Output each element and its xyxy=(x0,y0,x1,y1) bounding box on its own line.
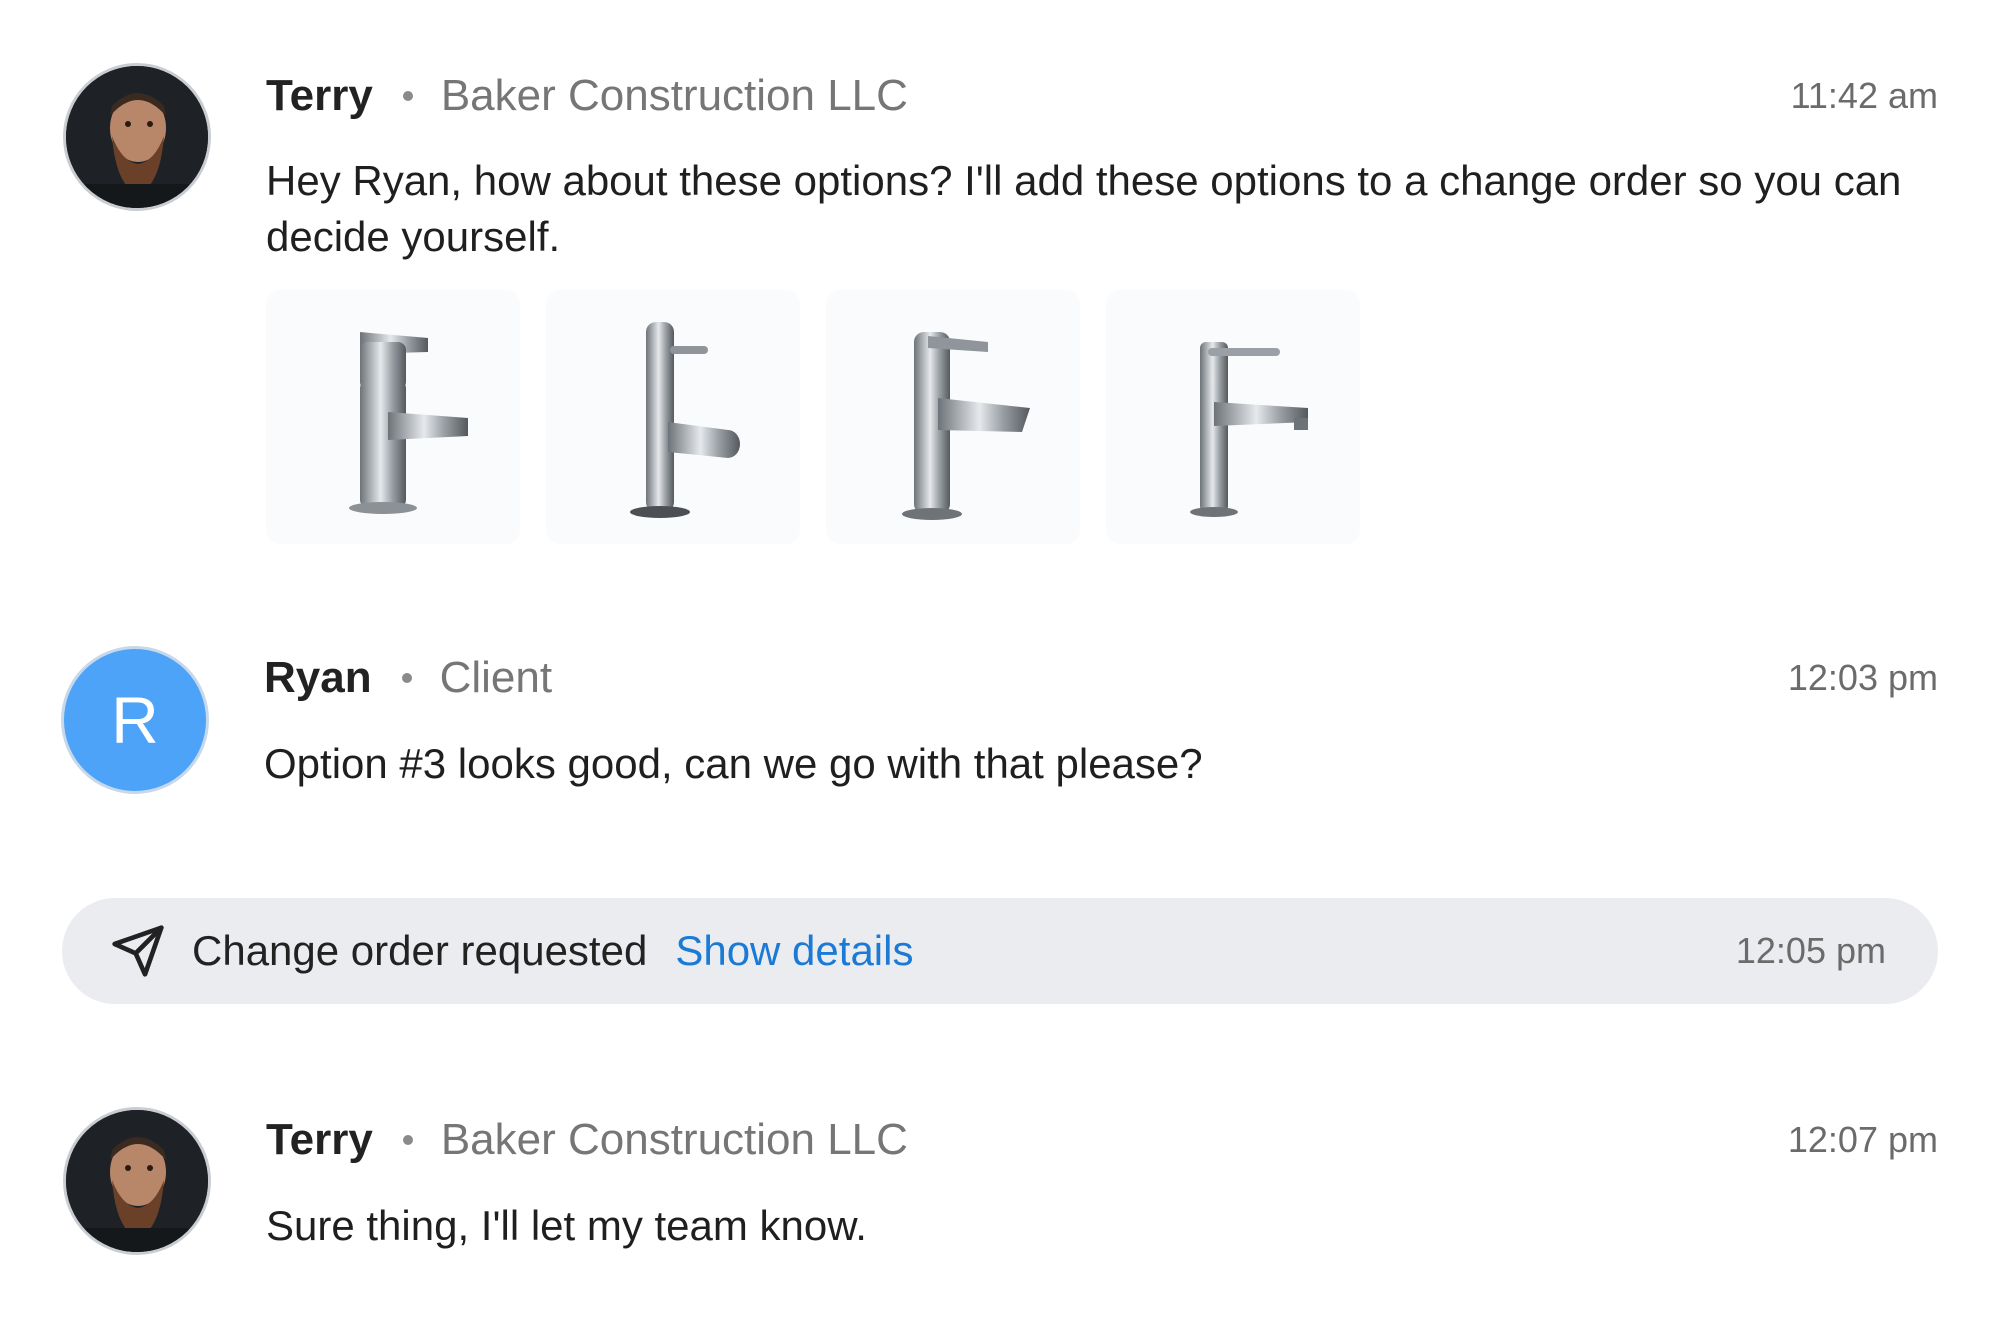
avatar-photo xyxy=(66,1110,208,1252)
sender-name[interactable]: Terry xyxy=(266,1115,373,1165)
avatar-initial: R xyxy=(111,683,159,757)
sender-organization: Client xyxy=(439,653,553,702)
attachment-gallery xyxy=(266,290,1360,544)
separator-dot xyxy=(401,673,412,683)
separator-dot xyxy=(402,1135,413,1145)
message-timestamp: 12:07 pm xyxy=(1787,1119,1938,1160)
message-header: Ryan Client 12:03 pm xyxy=(264,648,1938,708)
sender-name[interactable]: Terry xyxy=(266,71,373,121)
faucet-option-3-image[interactable] xyxy=(826,290,1080,544)
message-text: Option #3 looks good, can we go with tha… xyxy=(264,740,1203,787)
message-text: Hey Ryan, how about these options? I'll … xyxy=(266,157,1902,260)
sender-name[interactable]: Ryan xyxy=(264,653,372,703)
message-header: Terry Baker Construction LLC 12:07 pm xyxy=(266,1110,1938,1170)
avatar-ryan[interactable]: R xyxy=(61,646,209,794)
change-order-event: Change order requested Show details 12:0… xyxy=(62,898,1938,1004)
message-header: Terry Baker Construction LLC 11:42 am xyxy=(266,66,1938,126)
message-timestamp: 11:42 am xyxy=(1790,75,1938,116)
faucet-option-1-image[interactable] xyxy=(266,290,520,544)
avatar-terry[interactable] xyxy=(63,1107,211,1255)
message-text: Sure thing, I'll let my team know. xyxy=(266,1202,867,1249)
sender-organization: Baker Construction LLC xyxy=(440,1115,908,1164)
message-timestamp: 12:03 pm xyxy=(1787,657,1938,698)
avatar-terry[interactable] xyxy=(63,63,211,211)
event-label: Change order requested xyxy=(192,927,648,974)
event-timestamp: 12:05 pm xyxy=(1735,930,1886,971)
faucet-option-4-image[interactable] xyxy=(1106,290,1360,544)
show-details-link[interactable]: Show details xyxy=(675,927,913,975)
separator-dot xyxy=(402,91,413,101)
faucet-option-2-image[interactable] xyxy=(546,290,800,544)
send-icon xyxy=(110,923,166,979)
sender-organization: Baker Construction LLC xyxy=(440,71,908,120)
avatar-photo xyxy=(66,66,208,208)
